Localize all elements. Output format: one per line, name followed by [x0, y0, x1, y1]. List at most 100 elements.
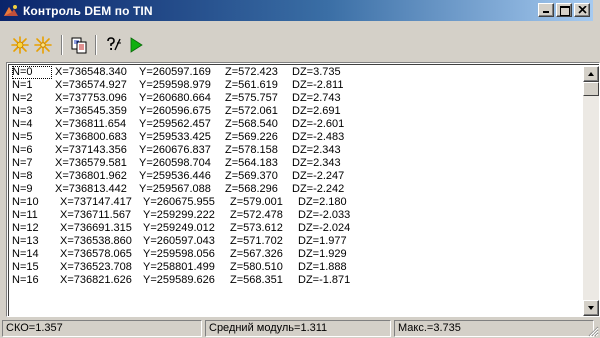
list-item[interactable]: N=3 X=736545.359 Y=260596.675 Z=572.061 DZ=2… [10, 105, 581, 118]
point-x: X=736578.065 [60, 248, 132, 260]
list-item[interactable]: N=0 X=736548.340 Y=260597.169 Z=572.423 DZ=3… [10, 66, 581, 79]
list-item[interactable]: N=4 X=736811.654 Y=259562.457 Z=568.540 DZ=-… [10, 118, 581, 131]
point-dz: DZ=-2.024 [298, 222, 351, 234]
point-y: Y=259598.056 [143, 248, 215, 260]
point-y: Y=259299.222 [143, 209, 215, 221]
status-bar: СКО=1.357 Средний модуль=1.311 Макс.=3.7… [0, 318, 600, 338]
point-z: Z=579.001 [230, 196, 283, 208]
scroll-thumb[interactable] [583, 82, 599, 96]
point-dz: DZ=-2.811 [292, 79, 344, 91]
copy-icon[interactable] [68, 34, 90, 56]
point-x: X=736523.708 [60, 261, 132, 273]
point-z: Z=569.226 [225, 131, 278, 143]
list-item[interactable]: N=10 X=737147.417 Y=260675.955 Z=579.001 DZ=… [10, 196, 581, 209]
list-item[interactable]: N=11 X=736711.567 Y=259299.222 Z=572.478 DZ=… [10, 209, 581, 222]
list-item[interactable]: N=13 X=736538.860 Y=260597.043 Z=571.702 DZ=… [10, 235, 581, 248]
dem-tin-control-window: Контроль DEM по TIN N=0 X=736548.340 Y=2… [0, 0, 600, 338]
point-number: N=1 [12, 79, 33, 91]
list-item[interactable]: N=1 X=736574.927 Y=259598.979 Z=561.619 DZ=-… [10, 79, 581, 92]
point-y: Y=259562.457 [139, 118, 211, 130]
point-dz: DZ=2.743 [292, 92, 341, 104]
point-y: Y=260597.043 [143, 235, 215, 247]
point-number: N=15 [12, 261, 39, 273]
toolbar-separator [61, 35, 63, 55]
list-item[interactable]: N=9 X=736813.442 Y=259567.088 Z=568.296 DZ=-… [10, 183, 581, 196]
maximize-icon[interactable] [556, 3, 572, 17]
point-y: Y=259536.446 [139, 170, 211, 182]
point-z: Z=564.183 [225, 157, 278, 169]
list-item[interactable]: N=6 X=737143.356 Y=260676.837 Z=578.158 DZ=2… [10, 144, 581, 157]
point-dz: DZ=-2.483 [292, 131, 345, 143]
point-x: X=736800.683 [55, 131, 127, 143]
point-dz: DZ=3.735 [292, 66, 341, 78]
sparkle-icon[interactable] [9, 34, 31, 56]
point-dz: DZ=1.888 [298, 261, 347, 273]
sparkle-icon[interactable] [32, 34, 54, 56]
point-dz: DZ=2.343 [292, 144, 341, 156]
list-item[interactable]: N=16 X=736821.626 Y=259589.626 Z=568.351 DZ=… [10, 274, 581, 287]
point-number: N=9 [12, 183, 33, 195]
app-icon [3, 3, 19, 19]
point-z: Z=578.158 [225, 144, 278, 156]
list-item[interactable]: N=8 X=736801.962 Y=259536.446 Z=569.370 DZ=-… [10, 170, 581, 183]
list-item[interactable]: N=2 X=737753.096 Y=260680.664 Z=575.757 DZ=2… [10, 92, 581, 105]
point-z: Z=568.296 [225, 183, 278, 195]
point-dz: DZ=-2.242 [292, 183, 345, 195]
point-y: Y=260598.704 [139, 157, 211, 169]
minimize-icon[interactable] [538, 3, 554, 17]
point-number: N=13 [12, 235, 39, 247]
point-number: N=3 [12, 105, 33, 117]
vertical-scrollbar[interactable] [583, 66, 599, 316]
point-y: Y=259598.979 [139, 79, 211, 91]
resize-grip-icon[interactable] [587, 325, 599, 337]
results-list[interactable]: N=0 X=736548.340 Y=260597.169 Z=572.423 DZ=3… [6, 62, 600, 317]
point-x: X=736813.442 [55, 183, 127, 195]
point-number: N=14 [12, 248, 39, 260]
point-y: Y=259249.012 [143, 222, 215, 234]
point-number: N=5 [12, 131, 33, 143]
list-item[interactable]: N=7 X=736579.581 Y=260598.704 Z=564.183 DZ=2… [10, 157, 581, 170]
point-number: N=7 [12, 157, 33, 169]
point-number: N=16 [12, 274, 39, 286]
list-item[interactable]: N=5 X=736800.683 Y=259533.425 Z=569.226 DZ=-… [10, 131, 581, 144]
point-x: X=736711.567 [60, 209, 132, 221]
toolbar-separator [95, 35, 97, 55]
results-rows: N=0 X=736548.340 Y=260597.169 Z=572.423 DZ=3… [10, 66, 581, 287]
scroll-down-icon[interactable] [583, 300, 599, 316]
point-y: Y=260680.664 [139, 92, 211, 104]
toolbar [0, 21, 600, 61]
list-item[interactable]: N=12 X=736691.315 Y=259249.012 Z=573.612 DZ=… [10, 222, 581, 235]
play-icon[interactable] [125, 34, 147, 56]
point-x: X=737147.417 [60, 196, 132, 208]
point-y: Y=259567.088 [139, 183, 211, 195]
point-number: N=0 [12, 66, 52, 79]
point-z: Z=572.478 [230, 209, 283, 221]
point-x: X=736574.927 [55, 79, 127, 91]
point-number: N=10 [12, 196, 39, 208]
list-item[interactable]: N=14 X=736578.065 Y=259598.056 Z=567.326 DZ=… [10, 248, 581, 261]
status-rmse: СКО=1.357 [2, 320, 202, 337]
help-icon[interactable] [102, 34, 124, 56]
point-dz: DZ=2.691 [292, 105, 341, 117]
point-y: Y=260675.955 [143, 196, 215, 208]
point-z: Z=561.619 [225, 79, 278, 91]
point-x: X=736811.654 [55, 118, 127, 130]
point-z: Z=571.702 [230, 235, 283, 247]
point-x: X=736548.340 [55, 66, 127, 78]
point-z: Z=569.370 [225, 170, 278, 182]
close-icon[interactable] [574, 3, 590, 17]
scroll-up-icon[interactable] [583, 66, 599, 82]
point-dz: DZ=-2.033 [298, 209, 351, 221]
point-x: X=736691.315 [60, 222, 132, 234]
point-x: X=736538.860 [60, 235, 132, 247]
list-item[interactable]: N=15 X=736523.708 Y=258801.499 Z=580.510 DZ=… [10, 261, 581, 274]
point-y: Y=260596.675 [139, 105, 211, 117]
title-bar[interactable]: Контроль DEM по TIN [0, 0, 593, 21]
point-dz: DZ=-2.601 [292, 118, 345, 130]
point-dz: DZ=1.929 [298, 248, 347, 260]
point-number: N=6 [12, 144, 33, 156]
point-x: X=736579.581 [55, 157, 127, 169]
point-number: N=2 [12, 92, 33, 104]
title-buttons [536, 3, 590, 17]
point-z: Z=573.612 [230, 222, 283, 234]
